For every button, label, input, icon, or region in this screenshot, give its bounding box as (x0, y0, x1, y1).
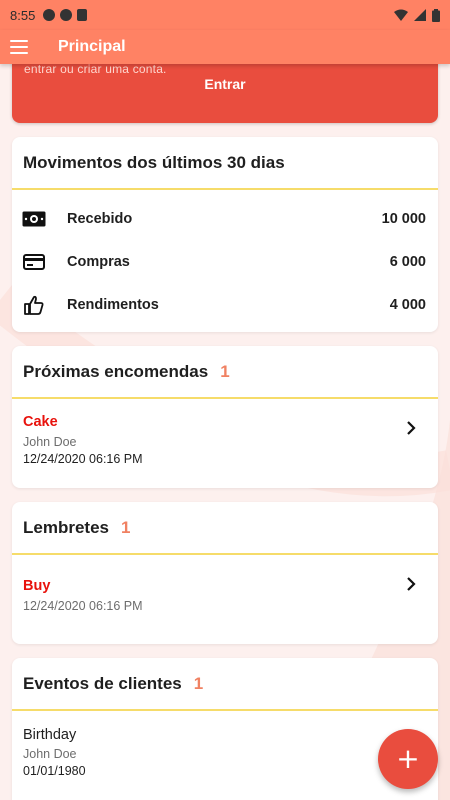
movement-row-income: Rendimentos 4 000 (12, 293, 438, 317)
client-events-title: Eventos de clientes (23, 673, 182, 693)
movements-title: Movimentos dos últimos 30 dias (23, 152, 285, 172)
order-customer: John Doe (23, 435, 77, 449)
credit-card-icon (22, 252, 46, 272)
login-card: entrar ou criar uma conta. Entrar (12, 56, 438, 123)
client-events-card: Eventos de clientes 1 Birthday John Doe … (12, 658, 438, 800)
add-button[interactable]: + (378, 729, 438, 789)
orders-header: Próximas encomendas 1 (12, 346, 438, 399)
thumbs-up-icon (22, 295, 46, 315)
chevron-right-icon (407, 577, 416, 591)
main-content: entrar ou criar uma conta. Entrar Movime… (0, 56, 450, 800)
status-time: 8:55 (10, 7, 36, 23)
cash-icon (22, 209, 46, 229)
reminders-card: Lembretes 1 Buy 12/24/2020 06:16 PM (12, 502, 438, 644)
movements-header: Movimentos dos últimos 30 dias (12, 137, 438, 190)
order-date: 12/24/2020 06:16 PM (23, 452, 143, 466)
login-message: entrar ou criar uma conta. (24, 62, 167, 76)
movements-card: Movimentos dos últimos 30 dias Recebido … (12, 137, 438, 332)
movement-value: 6 000 (389, 254, 426, 270)
client-events-count: 1 (193, 673, 204, 693)
reminder-item[interactable]: Buy 12/24/2020 06:16 PM (12, 557, 438, 642)
reminder-date: 12/24/2020 06:16 PM (23, 599, 143, 613)
chevron-right-icon (407, 421, 416, 435)
plus-icon: + (396, 742, 420, 775)
movement-label: Compras (67, 254, 130, 270)
order-item[interactable]: Cake John Doe 12/24/2020 06:16 PM (12, 401, 438, 486)
movement-label: Rendimentos (67, 297, 159, 313)
reminder-title: Buy (23, 578, 51, 594)
orders-count: 1 (220, 361, 230, 381)
client-event-customer: John Doe (23, 747, 77, 761)
client-event-date: 01/01/1980 (23, 764, 86, 778)
movement-value: 10 000 (381, 211, 426, 227)
login-button[interactable]: Entrar (12, 76, 438, 92)
notification-icon (60, 9, 73, 21)
reminders-count: 1 (120, 517, 131, 537)
client-event-title: Birthday (23, 727, 77, 743)
status-bar: 8:55 (0, 0, 450, 30)
movement-row-received: Recebido 10 000 (12, 207, 438, 231)
menu-icon[interactable] (10, 40, 28, 54)
order-title: Cake (23, 414, 58, 430)
signal-icon (414, 9, 426, 21)
app-bar: Principal (0, 30, 450, 64)
battery-icon (432, 8, 440, 22)
reminders-header: Lembretes 1 (12, 502, 438, 555)
sd-card-icon (77, 9, 88, 21)
client-event-item[interactable]: Birthday John Doe 01/01/1980 (12, 713, 438, 798)
page-title: Principal (58, 38, 126, 55)
movement-row-purchases: Compras 6 000 (12, 250, 438, 274)
orders-card: Próximas encomendas 1 Cake John Doe 12/2… (12, 346, 438, 488)
movement-label: Recebido (67, 211, 133, 227)
wifi-icon (394, 9, 408, 21)
movement-value: 4 000 (389, 297, 426, 313)
notification-icon (43, 9, 56, 21)
orders-title: Próximas encomendas (23, 361, 209, 381)
reminders-title: Lembretes (23, 517, 109, 537)
client-events-header: Eventos de clientes 1 (12, 658, 438, 711)
